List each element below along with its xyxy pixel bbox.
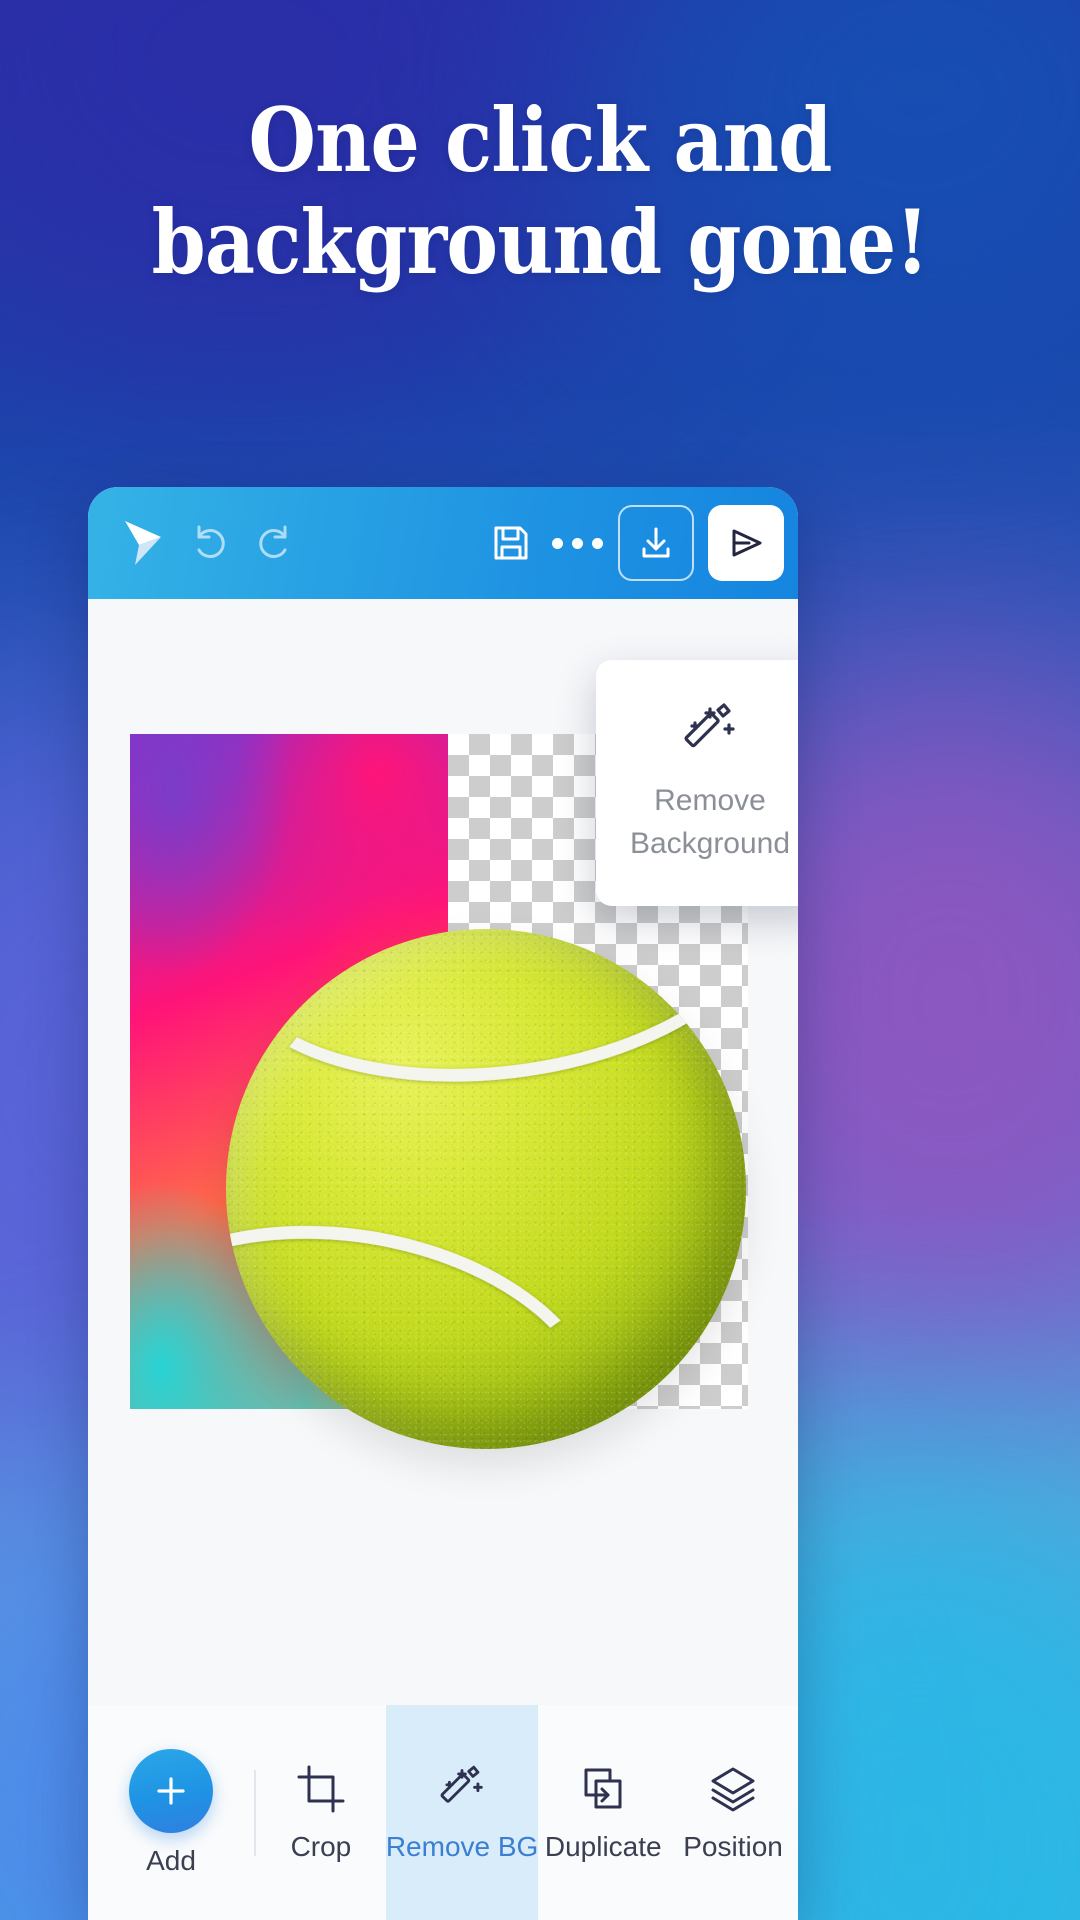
- undo-icon[interactable]: [180, 512, 242, 574]
- plus-icon: [157, 1776, 185, 1805]
- phone-mockup: Remove Background Add Crop Remove BG Dup…: [88, 487, 798, 1920]
- add-circle[interactable]: [129, 1748, 213, 1833]
- add-button[interactable]: Add: [88, 1748, 254, 1877]
- tool-crop[interactable]: Crop: [256, 1705, 386, 1920]
- editor-canvas[interactable]: Remove Background: [88, 599, 798, 1810]
- headline-line-1: One click and: [248, 88, 833, 192]
- tool-remove-bg-label: Remove BG: [385, 1830, 539, 1862]
- headline-line-2: background gone!: [151, 190, 930, 294]
- add-label: Add: [146, 1844, 196, 1876]
- tooltip-line-1: Remove: [654, 784, 766, 818]
- duplicate-icon: [584, 1768, 622, 1808]
- save-floppy-icon[interactable]: [480, 512, 542, 574]
- tool-list: Crop Remove BG Duplicate Position: [256, 1705, 798, 1920]
- remove-background-tooltip[interactable]: Remove Background: [596, 660, 798, 906]
- layers-icon: [711, 1767, 755, 1811]
- tool-position-label: Position: [683, 1830, 783, 1862]
- tennis-ball-image[interactable]: [226, 929, 746, 1449]
- three-dots: [551, 537, 603, 549]
- app-bottom-toolbar: Add Crop Remove BG Duplicate Position: [88, 1705, 798, 1920]
- download-button[interactable]: [618, 505, 694, 581]
- redo-icon[interactable]: [242, 512, 304, 574]
- paper-plane-logo-icon[interactable]: [110, 508, 180, 578]
- page-title: One click and background gone!: [65, 96, 1015, 286]
- tool-duplicate[interactable]: Duplicate: [538, 1705, 668, 1920]
- remove-background-label: Remove Background: [630, 780, 790, 865]
- magic-wand-icon: [679, 700, 741, 762]
- tooltip-line-2: Background: [629, 827, 791, 860]
- tool-crop-label: Crop: [290, 1830, 352, 1862]
- tool-remove-bg[interactable]: Remove BG: [385, 1705, 539, 1920]
- tool-position[interactable]: Position: [668, 1705, 798, 1920]
- tool-duplicate-label: Duplicate: [544, 1830, 662, 1862]
- share-button[interactable]: [708, 505, 784, 581]
- magic-wand-icon: [440, 1765, 483, 1803]
- app-top-toolbar: [88, 487, 798, 599]
- crop-icon: [297, 1765, 345, 1812]
- more-options-icon[interactable]: [542, 512, 612, 574]
